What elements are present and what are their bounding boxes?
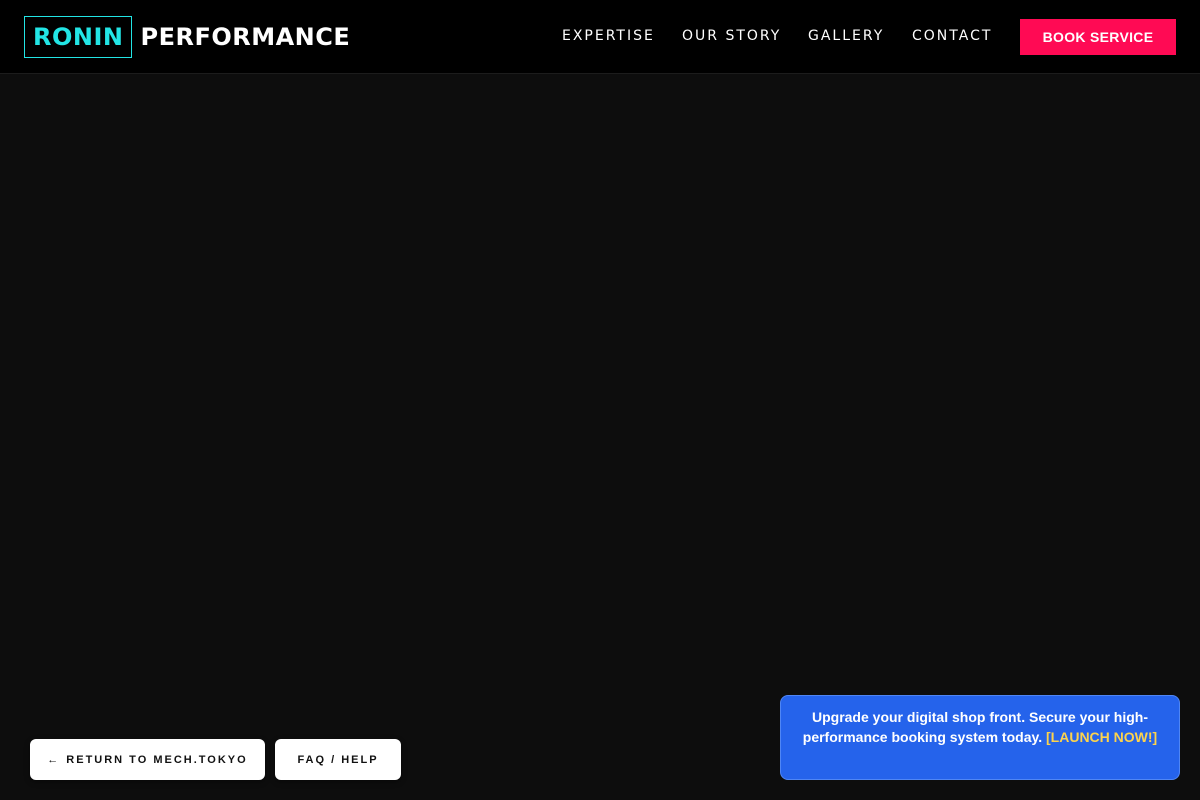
- nav-link-our-story[interactable]: OUR STORY: [682, 28, 781, 44]
- return-button-label: RETURN TO MECH.TOKYO: [66, 753, 248, 766]
- page: RONIN PERFORMANCE EXPERTISE OUR STORY GA…: [0, 0, 1200, 800]
- site-header: RONIN PERFORMANCE EXPERTISE OUR STORY GA…: [0, 0, 1200, 74]
- logo-mark: RONIN: [24, 16, 133, 58]
- return-to-mech-tokyo-button[interactable]: ← RETURN TO MECH.TOKYO: [30, 739, 265, 780]
- promo-launch-link[interactable]: [LAUNCH NOW!]: [1046, 729, 1157, 745]
- site-logo[interactable]: RONIN PERFORMANCE: [24, 16, 350, 58]
- arrow-left-icon: ←: [47, 753, 61, 766]
- logo-wordmark: PERFORMANCE: [140, 23, 351, 51]
- nav-link-contact[interactable]: CONTACT: [912, 28, 992, 44]
- book-service-button[interactable]: BOOK SERVICE: [1020, 19, 1176, 55]
- faq-help-button[interactable]: FAQ / HELP: [275, 739, 401, 780]
- faq-button-label: FAQ / HELP: [297, 753, 379, 766]
- nav-link-expertise[interactable]: EXPERTISE: [562, 28, 655, 44]
- nav-link-gallery[interactable]: GALLERY: [808, 28, 884, 44]
- promo-banner[interactable]: Upgrade your digital shop front. Secure …: [780, 695, 1180, 780]
